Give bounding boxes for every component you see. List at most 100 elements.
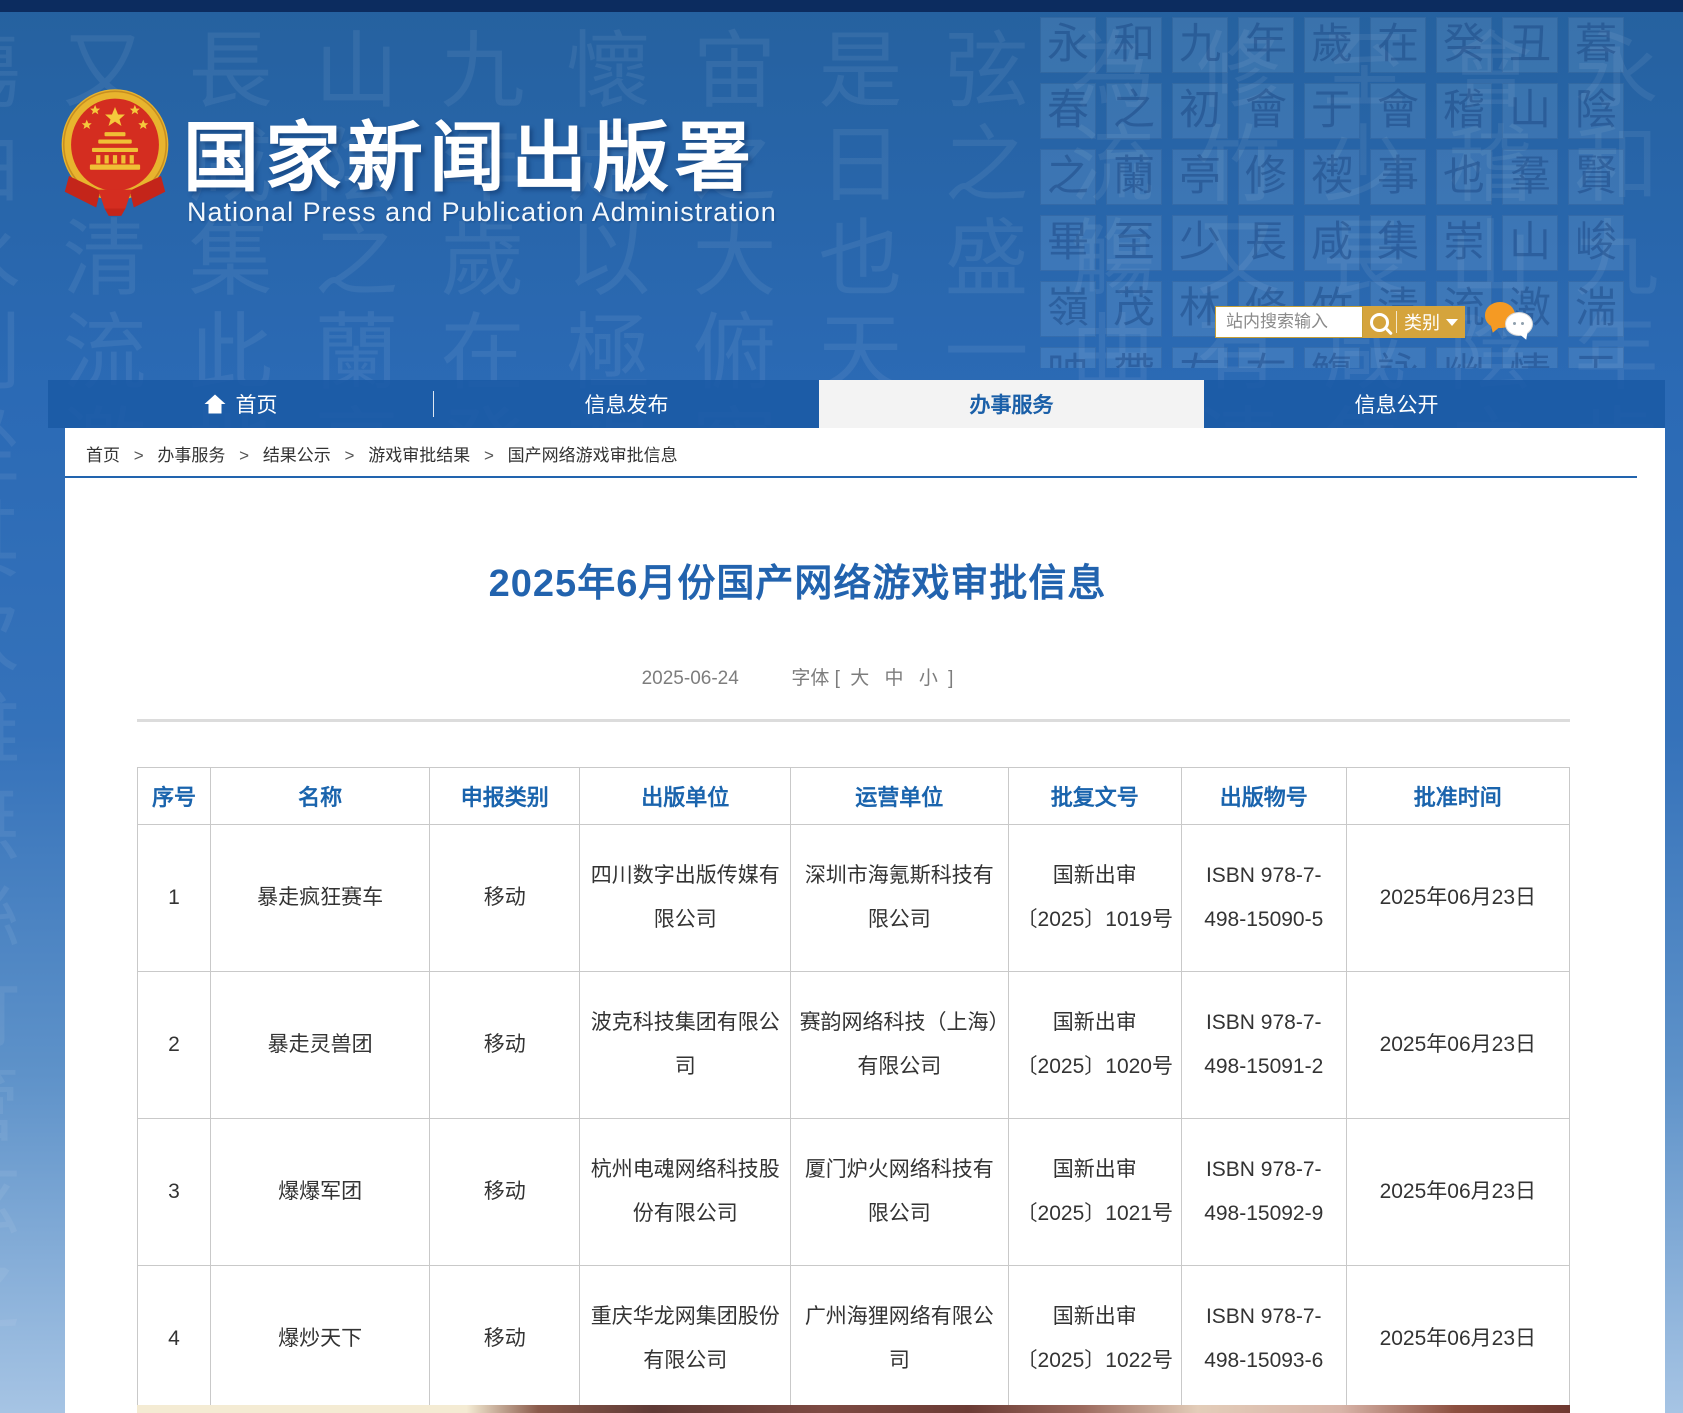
breadcrumb-item-results[interactable]: 结果公示 [263, 446, 331, 465]
main-nav: 首页 信息发布 办事服务 信息公开 [48, 380, 1665, 428]
seal-tile: 和 [1106, 17, 1162, 73]
search-icon[interactable] [1370, 312, 1389, 332]
table-cell: 移动 [429, 1265, 581, 1413]
seal-tile: 暮 [1568, 17, 1624, 73]
breadcrumb-item-services[interactable]: 办事服务 [157, 446, 225, 465]
publish-date: 2025-06-24 [641, 668, 739, 689]
col-serial: 序号 [136, 767, 212, 825]
table-cell: 4 [136, 1265, 212, 1413]
seal-tile: 丑 [1502, 17, 1558, 73]
page-title: 2025年6月份国产网络游戏审批信息 [488, 563, 1107, 605]
font-size-medium[interactable]: 中 [885, 668, 904, 689]
table-cell: 移动 [429, 971, 581, 1119]
seal-tile: 帶 [1106, 347, 1162, 368]
seal-tile: 峻 [1568, 215, 1624, 271]
seal-tile: 左 [1172, 347, 1228, 368]
national-emblem-logo [61, 89, 169, 216]
seal-tile: 山 [1502, 83, 1558, 139]
seal-tile: 賢 [1568, 149, 1624, 205]
bracket-open: [ [834, 668, 840, 689]
table-cell: 暴走灵兽团 [210, 971, 431, 1119]
content-panel: 首页 > 办事服务 > 结果公示 > 游戏审批结果 > 国产网络游戏审批信息 2… [65, 428, 1665, 1413]
col-approval-date: 批准时间 [1345, 767, 1571, 825]
table-cell: 2025年06月23日 [1345, 824, 1571, 972]
seal-tile: 于 [1304, 83, 1360, 139]
col-isbn: 出版物号 [1180, 767, 1347, 825]
table-cell: 移动 [429, 1118, 581, 1266]
seal-tile: 修 [1238, 149, 1294, 205]
seal-tile: 禊 [1304, 149, 1360, 205]
home-icon [204, 394, 225, 414]
seal-tile: 之 [1040, 149, 1096, 205]
seal-tile: 觴 [1304, 347, 1360, 368]
col-approval-number: 批复文号 [1007, 767, 1182, 825]
font-size-large[interactable]: 大 [850, 668, 869, 689]
seal-tile: 集 [1370, 215, 1426, 271]
breadcrumb-item-game-approval[interactable]: 游戏审批结果 [368, 446, 470, 465]
nav-tab-info-disclosure[interactable]: 信息公开 [1204, 380, 1589, 428]
table-cell: ISBN 978-7-498-15093-6 [1180, 1265, 1347, 1413]
seal-tile: 少 [1172, 215, 1228, 271]
table-cell: 厦门炉火网络科技有限公司 [789, 1118, 1009, 1266]
seal-tile: 陰 [1568, 83, 1624, 139]
seal-tile: 畢 [1040, 215, 1096, 271]
table-cell: ISBN 978-7-498-15092-9 [1180, 1118, 1347, 1266]
site-title: 国家新闻出版署 [183, 116, 757, 201]
seal-tile: 至 [1106, 215, 1162, 271]
seal-tile: 亭 [1172, 149, 1228, 205]
col-operator: 运营单位 [789, 767, 1009, 825]
wechat-icon[interactable] [1485, 300, 1537, 342]
table-cell: 深圳市海氪斯科技有限公司 [789, 824, 1009, 972]
seal-tile: 之 [1106, 83, 1162, 139]
table-cell: 2025年06月23日 [1345, 1265, 1571, 1413]
font-size-label: 字体 [791, 668, 830, 689]
breadcrumb-separator: > [239, 446, 250, 465]
partial-image-strip [137, 1405, 1570, 1413]
table-cell: 波克科技集团有限公司 [579, 971, 791, 1119]
seal-tile: 長 [1238, 215, 1294, 271]
seal-tile: 情 [1502, 347, 1558, 368]
table-cell: 杭州电魂网络科技股份有限公司 [579, 1118, 791, 1266]
nav-tab-info-release[interactable]: 信息发布 [434, 380, 819, 428]
top-bar [0, 0, 1683, 12]
site-subtitle-en: National Press and Publication Administr… [187, 197, 777, 227]
table-row: 2 暴走灵兽团 移动 波克科技集团有限公司 赛韵网络科技（上海）有限公司 国新出… [136, 971, 1571, 1119]
table-header-row: 序号 名称 申报类别 出版单位 运营单位 批复文号 出版物号 批准时间 [136, 767, 1571, 825]
breadcrumb-separator: > [483, 446, 494, 465]
category-label: 类别 [1404, 313, 1440, 333]
breadcrumb-item-home[interactable]: 首页 [86, 446, 120, 465]
table-cell: 爆爆军团 [210, 1118, 431, 1266]
table-cell: 2025年06月23日 [1345, 971, 1571, 1119]
breadcrumb: 首页 > 办事服务 > 结果公示 > 游戏审批结果 > 国产网络游戏审批信息 [65, 428, 1637, 478]
font-size-small[interactable]: 小 [919, 668, 938, 689]
seal-tile: 事 [1370, 149, 1426, 205]
bracket-close: ] [948, 668, 954, 689]
table-cell: 国新出审〔2025〕1022号 [1007, 1265, 1182, 1413]
seal-tile: 年 [1238, 17, 1294, 73]
nav-tab-services[interactable]: 办事服务 [819, 380, 1204, 428]
seal-tile: 會 [1238, 83, 1294, 139]
site-search: 类别 [1215, 306, 1465, 338]
content-divider [137, 719, 1570, 722]
search-input[interactable] [1215, 306, 1363, 338]
table-cell: 重庆华龙网集团股份有限公司 [579, 1265, 791, 1413]
table-cell: 移动 [429, 824, 581, 972]
table-cell: 国新出审〔2025〕1020号 [1007, 971, 1182, 1119]
table-cell: 国新出审〔2025〕1019号 [1007, 824, 1182, 972]
seal-tile: 咸 [1304, 215, 1360, 271]
wechat-eye [1513, 322, 1516, 325]
seal-tile: 湍 [1568, 281, 1624, 337]
seal-tile: 天 [1568, 347, 1624, 368]
nav-tab-label: 信息公开 [1354, 394, 1439, 417]
table-cell: 广州海狸网络有限公司 [789, 1265, 1009, 1413]
seal-tile: 映 [1040, 347, 1096, 368]
wechat-bubble-white [1505, 312, 1533, 336]
table-cell: 赛韵网络科技（上海）有限公司 [789, 971, 1009, 1119]
table-row: 4 爆炒天下 移动 重庆华龙网集团股份有限公司 广州海狸网络有限公司 国新出审〔… [136, 1265, 1571, 1413]
table-row: 1 暴走疯狂赛车 移动 四川数字出版传媒有限公司 深圳市海氪斯科技有限公司 国新… [136, 824, 1571, 972]
seal-tile: 右 [1238, 347, 1294, 368]
nav-tab-home[interactable]: 首页 [48, 380, 433, 428]
breadcrumb-item-current[interactable]: 国产网络游戏审批信息 [508, 446, 678, 465]
category-dropdown[interactable]: 类别 [1404, 309, 1458, 335]
table-cell: 四川数字出版传媒有限公司 [579, 824, 791, 972]
